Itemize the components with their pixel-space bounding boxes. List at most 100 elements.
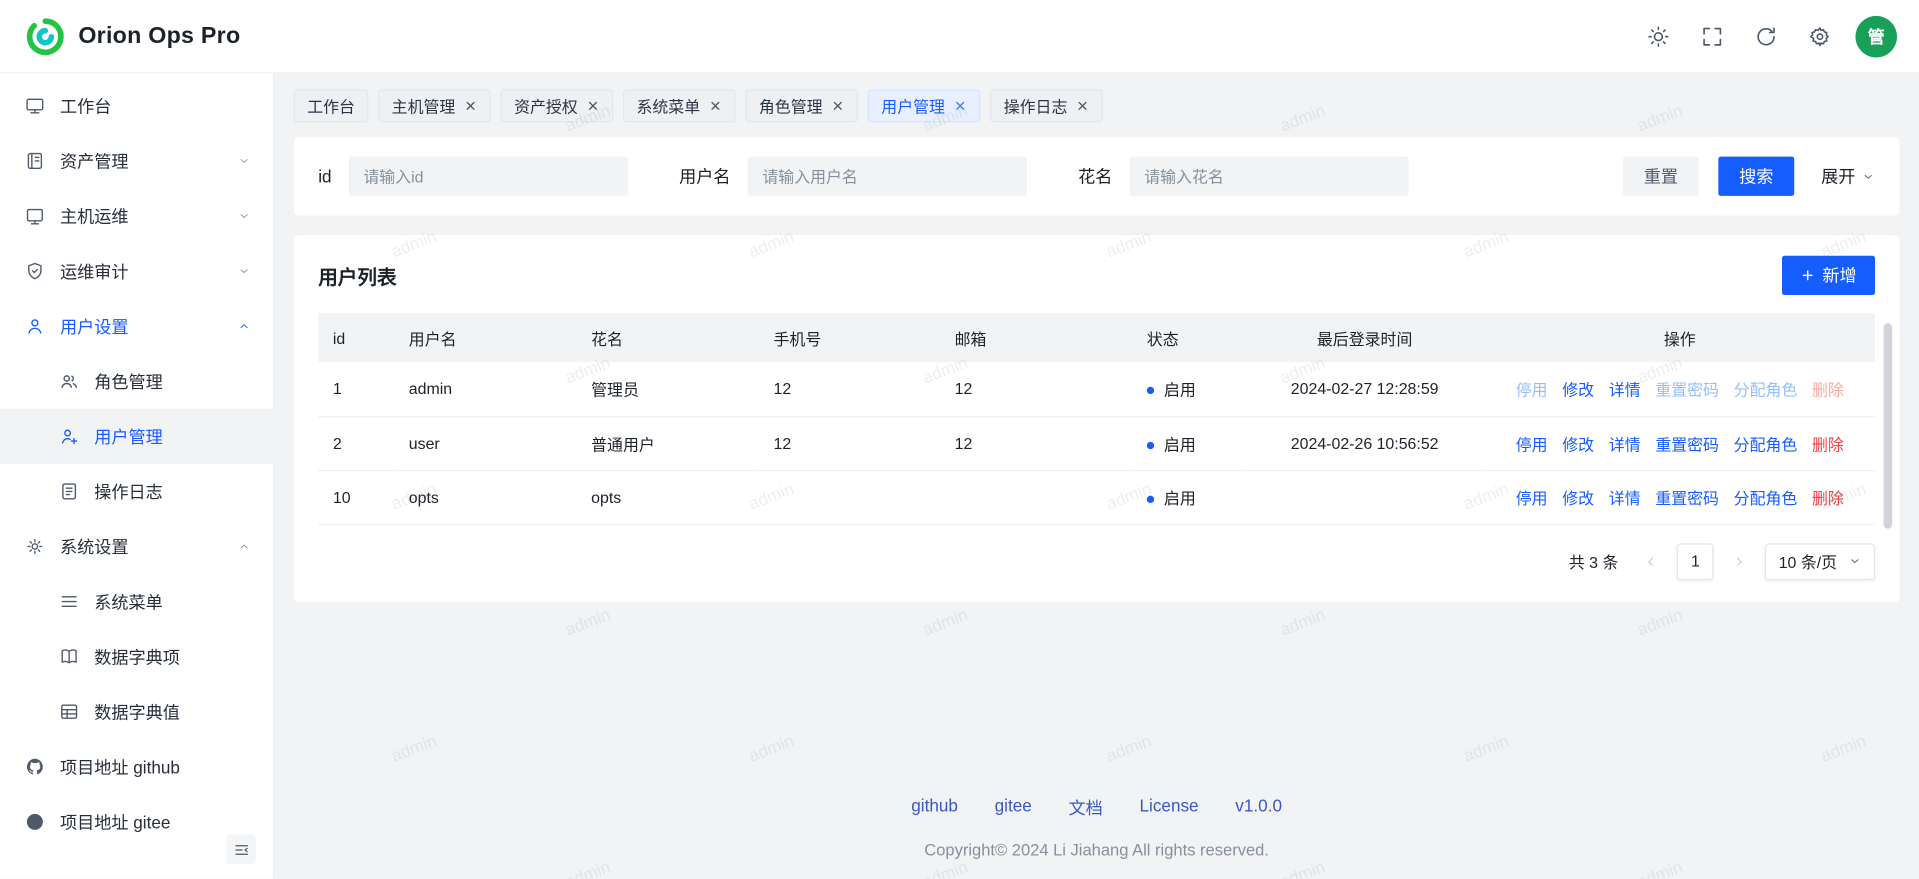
action-assign-role: 分配角色 bbox=[1726, 377, 1804, 400]
tab-workbench[interactable]: 工作台 bbox=[294, 89, 369, 122]
sidebar-item-data-dict-value[interactable]: 数据字典值 bbox=[0, 684, 273, 739]
tab-operation-log[interactable]: 操作日志 bbox=[990, 89, 1103, 122]
close-icon[interactable] bbox=[586, 99, 599, 112]
search-button[interactable]: 搜索 bbox=[1718, 157, 1794, 196]
action-disable[interactable]: 停用 bbox=[1508, 485, 1555, 508]
sidebar-collapse-button[interactable] bbox=[226, 835, 255, 864]
theme-icon bbox=[1646, 24, 1670, 48]
filter-card: id 用户名 花名 重置 搜索 展开 bbox=[294, 137, 1900, 215]
footer-link-docs[interactable]: 文档 bbox=[1069, 795, 1103, 819]
filter-field-nickname: 花名 bbox=[1078, 157, 1408, 196]
action-disable[interactable]: 停用 bbox=[1508, 431, 1555, 454]
pagination-page-1[interactable]: 1 bbox=[1677, 543, 1714, 580]
sidebar-item-operation-log[interactable]: 操作日志 bbox=[0, 464, 273, 519]
asset-icon bbox=[24, 151, 45, 172]
footer-link-gitee[interactable]: gitee bbox=[995, 795, 1032, 819]
page-size-select[interactable]: 10 条/页 bbox=[1765, 543, 1875, 580]
app-header: Orion Ops Pro 管 bbox=[0, 0, 1919, 73]
action-assign-role[interactable]: 分配角色 bbox=[1726, 431, 1804, 454]
pagination-next-button[interactable] bbox=[1724, 545, 1756, 577]
watermark-text: admin bbox=[562, 856, 613, 878]
sidebar-item-github[interactable]: 项目地址 github bbox=[0, 739, 273, 794]
menu-icon bbox=[59, 591, 80, 612]
page-size-value: 10 条/页 bbox=[1779, 550, 1837, 573]
action-delete[interactable]: 删除 bbox=[1805, 485, 1852, 508]
watermark-text: admin bbox=[1634, 604, 1685, 639]
cell-username: opts bbox=[394, 470, 576, 524]
sidebar-item-ops-audit[interactable]: 运维审计 bbox=[0, 244, 273, 299]
sidebar-item-role-management[interactable]: 角色管理 bbox=[0, 354, 273, 409]
pagination-prev-button[interactable] bbox=[1636, 545, 1668, 577]
expand-toggle[interactable]: 展开 bbox=[1821, 164, 1875, 188]
action-edit[interactable]: 修改 bbox=[1555, 485, 1602, 508]
tab-role-management[interactable]: 角色管理 bbox=[745, 89, 858, 122]
action-edit[interactable]: 修改 bbox=[1555, 377, 1602, 400]
theme-toggle-button[interactable] bbox=[1646, 24, 1670, 48]
action-detail[interactable]: 详情 bbox=[1601, 485, 1648, 508]
action-reset-password[interactable]: 重置密码 bbox=[1648, 431, 1726, 454]
footer-link-version[interactable]: v1.0.0 bbox=[1235, 795, 1282, 819]
action-detail[interactable]: 详情 bbox=[1601, 377, 1648, 400]
tab-label: 用户管理 bbox=[881, 94, 945, 117]
app-title: Orion Ops Pro bbox=[78, 23, 240, 50]
table-row-user-opts: 10optsopts启用停用修改详情重置密码分配角色删除 bbox=[318, 470, 1875, 524]
app-logo-icon bbox=[24, 15, 66, 57]
sidebar-item-workbench[interactable]: 工作台 bbox=[0, 78, 273, 133]
table-title: 用户列表 bbox=[318, 261, 396, 290]
settings-button[interactable] bbox=[1808, 24, 1832, 48]
filter-input-id[interactable] bbox=[349, 157, 628, 196]
chevron-up-icon bbox=[237, 319, 250, 332]
filter-input-username[interactable] bbox=[748, 157, 1027, 196]
cell-mobile: 12 bbox=[759, 362, 940, 416]
sidebar-item-data-dict-item[interactable]: 数据字典项 bbox=[0, 629, 273, 684]
user-avatar[interactable]: 管 bbox=[1855, 15, 1897, 57]
cell-mobile: 12 bbox=[759, 416, 940, 470]
tab-label: 角色管理 bbox=[759, 94, 823, 117]
close-icon[interactable] bbox=[1076, 99, 1089, 112]
sidebar-item-user-management[interactable]: 用户管理 bbox=[0, 409, 273, 464]
action-edit[interactable]: 修改 bbox=[1555, 431, 1602, 454]
chevron-down-icon bbox=[1848, 554, 1861, 567]
sidebar-item-system-settings[interactable]: 系统设置 bbox=[0, 519, 273, 574]
sidebar-item-label: 项目地址 github bbox=[60, 755, 180, 779]
add-user-button[interactable]: 新增 bbox=[1782, 256, 1875, 295]
user-table-card: 用户列表 新增 id用户名花名手机号邮箱状态最后登录时间操作 1admin管理员… bbox=[294, 235, 1900, 602]
refresh-icon bbox=[1754, 24, 1778, 48]
tab-asset-auth[interactable]: 资产授权 bbox=[501, 89, 614, 122]
sidebar-item-host-ops[interactable]: 主机运维 bbox=[0, 188, 273, 243]
filter-field-username: 用户名 bbox=[679, 157, 1027, 196]
action-detail[interactable]: 详情 bbox=[1601, 431, 1648, 454]
tab-host-management[interactable]: 主机管理 bbox=[378, 89, 491, 122]
expand-label: 展开 bbox=[1821, 164, 1855, 188]
tab-system-menu[interactable]: 系统菜单 bbox=[623, 89, 736, 122]
footer-link-license[interactable]: License bbox=[1140, 795, 1199, 819]
footer-links: github gitee 文档 License v1.0.0 bbox=[294, 795, 1900, 819]
tab-user-management[interactable]: 用户管理 bbox=[868, 89, 981, 122]
close-icon[interactable] bbox=[831, 99, 844, 112]
filter-input-nickname[interactable] bbox=[1130, 157, 1409, 196]
reset-button[interactable]: 重置 bbox=[1623, 157, 1699, 196]
watermark-text: admin bbox=[388, 730, 439, 765]
close-icon[interactable] bbox=[954, 99, 967, 112]
column-header-mobile: 手机号 bbox=[759, 313, 940, 362]
sidebar-item-label: 资产管理 bbox=[60, 149, 129, 173]
action-assign-role[interactable]: 分配角色 bbox=[1726, 485, 1804, 508]
sidebar-item-asset-management[interactable]: 资产管理 bbox=[0, 133, 273, 188]
header-actions: 管 bbox=[1646, 15, 1897, 57]
menu-fold-icon bbox=[232, 840, 250, 858]
column-header-email: 邮箱 bbox=[940, 313, 1132, 362]
close-icon[interactable] bbox=[709, 99, 722, 112]
table-scrollbar[interactable] bbox=[1884, 323, 1893, 529]
refresh-button[interactable] bbox=[1754, 24, 1778, 48]
cell-email: 12 bbox=[940, 416, 1132, 470]
close-icon[interactable] bbox=[464, 99, 477, 112]
cell-id: 10 bbox=[318, 470, 394, 524]
footer-link-github[interactable]: github bbox=[911, 795, 958, 819]
sidebar-nav: 工作台 资产管理 主机运维 运维审计 用户设置 角色管理 用户管理 操作日志 系… bbox=[0, 78, 273, 849]
action-delete[interactable]: 删除 bbox=[1805, 431, 1852, 454]
fullscreen-button[interactable] bbox=[1700, 24, 1724, 48]
watermark-text: admin bbox=[1634, 856, 1685, 878]
sidebar-item-system-menu[interactable]: 系统菜单 bbox=[0, 574, 273, 629]
sidebar-item-user-settings[interactable]: 用户设置 bbox=[0, 299, 273, 354]
action-reset-password[interactable]: 重置密码 bbox=[1648, 485, 1726, 508]
